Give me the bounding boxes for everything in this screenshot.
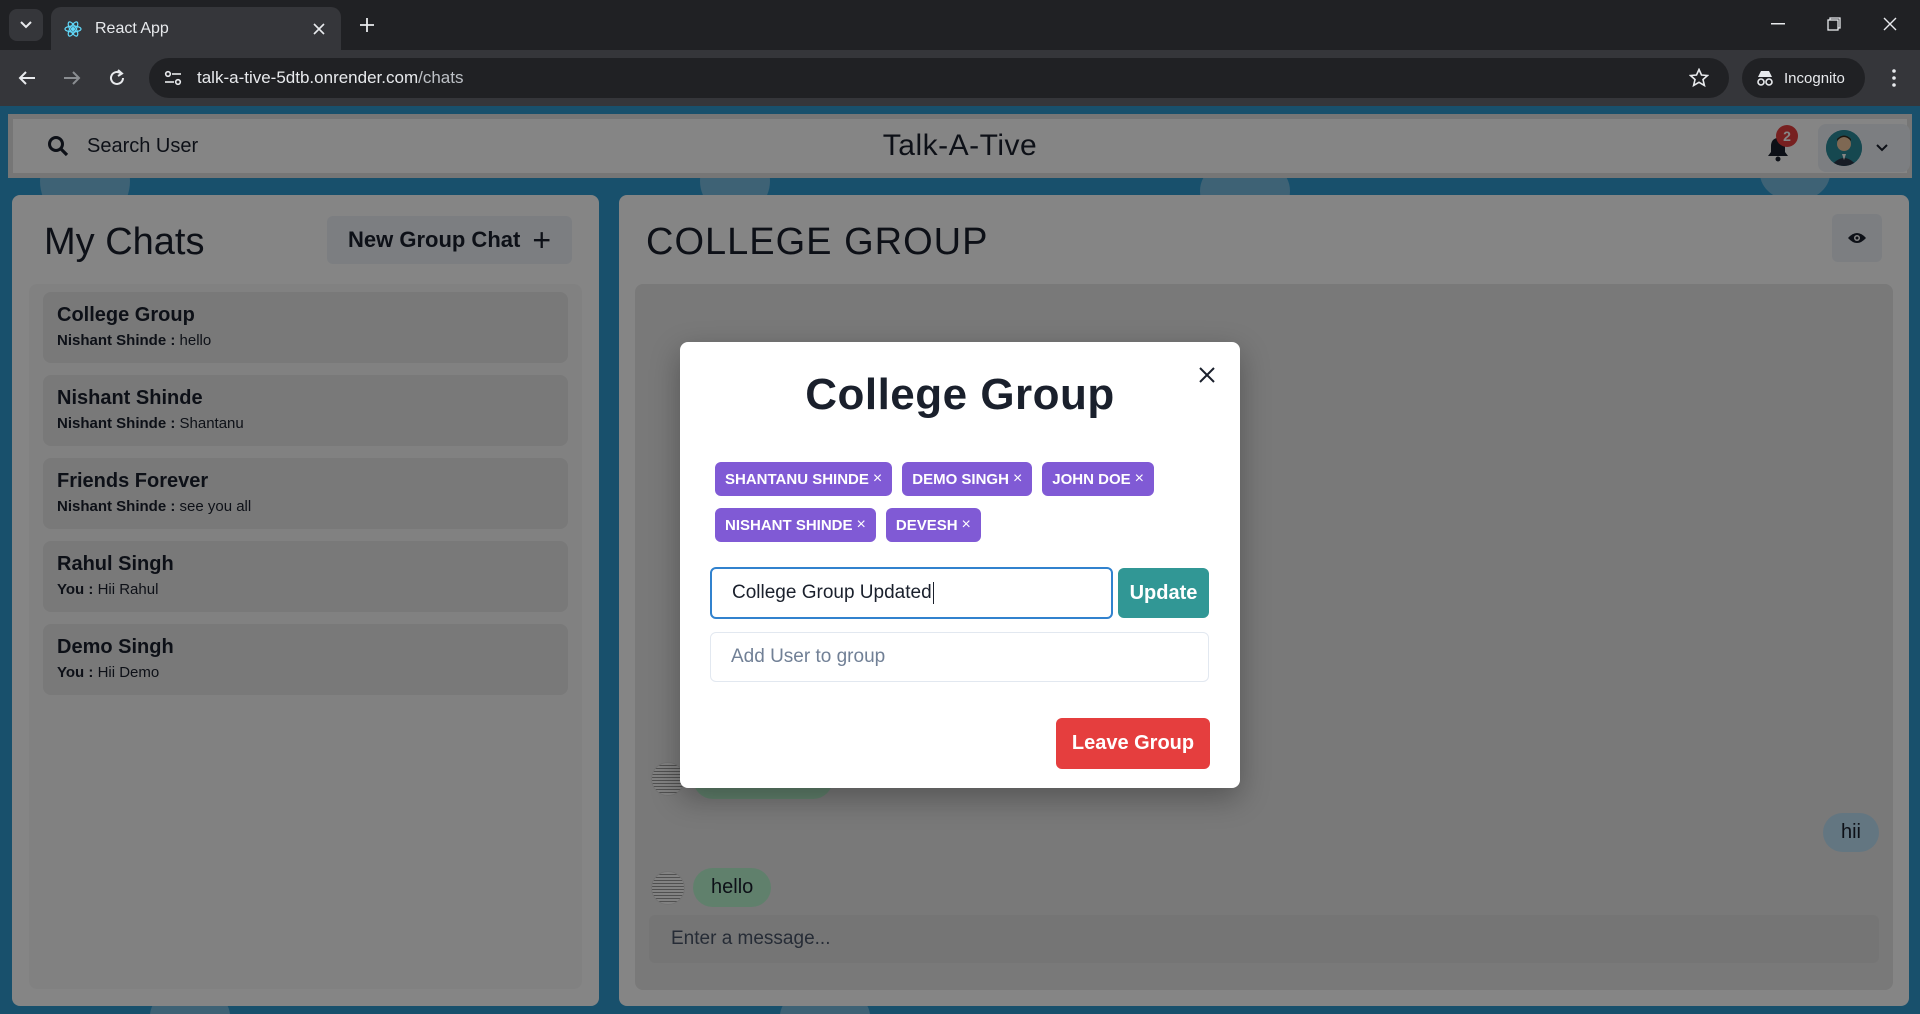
member-name: JOHN DOE: [1052, 470, 1131, 488]
member-badge: NISHANT SHINDE ×: [715, 508, 876, 542]
remove-member-icon[interactable]: ×: [1013, 470, 1022, 488]
tab-search-button[interactable]: [9, 9, 43, 41]
member-badge: SHANTANU SHINDE ×: [715, 462, 893, 496]
modal-close-button[interactable]: [1190, 358, 1224, 392]
update-button[interactable]: Update: [1118, 568, 1209, 618]
browser-menu-button[interactable]: [1878, 62, 1910, 94]
incognito-icon: [1757, 71, 1773, 86]
member-badge: JOHN DOE ×: [1042, 462, 1154, 496]
new-tab-button[interactable]: [353, 11, 381, 39]
member-name: NISHANT SHINDE: [725, 516, 853, 534]
chevron-down-icon: [20, 21, 32, 29]
member-badge: DEMO SINGH ×: [902, 462, 1033, 496]
update-group-modal: College Group SHANTANU SHINDE × DEMO SING…: [680, 342, 1240, 788]
restore-icon: [1827, 17, 1841, 31]
member-badges: SHANTANU SHINDE × DEMO SINGH × JOHN DOE × N…: [715, 462, 1215, 554]
tab-title: React App: [95, 19, 169, 37]
back-button[interactable]: [11, 62, 43, 94]
forward-button[interactable]: [56, 62, 88, 94]
plus-icon: [360, 18, 374, 32]
member-name: DEMO SINGH: [912, 470, 1009, 488]
arrow-right-icon: [64, 71, 81, 85]
remove-member-icon[interactable]: ×: [857, 516, 866, 534]
incognito-indicator[interactable]: Incognito: [1742, 58, 1865, 98]
remove-member-icon[interactable]: ×: [962, 516, 971, 534]
remove-member-icon[interactable]: ×: [1135, 470, 1144, 488]
url-path: /chats: [418, 68, 464, 87]
url-host: talk-a-tive-5dtb.onrender.com: [197, 68, 419, 87]
member-name: SHANTANU SHINDE: [725, 470, 869, 488]
group-name-value: College Group Updated: [732, 582, 932, 603]
group-name-input[interactable]: College Group Updated: [710, 567, 1113, 619]
url-text: talk-a-tive-5dtb.onrender.com/chats: [197, 68, 1683, 88]
browser-tabstrip: React App: [0, 0, 1920, 50]
address-bar[interactable]: talk-a-tive-5dtb.onrender.com/chats: [149, 58, 1729, 98]
text-caret: [932, 582, 934, 604]
member-name: DEVESH: [895, 516, 958, 534]
minimize-icon: [1771, 23, 1785, 25]
leave-group-button[interactable]: Leave Group: [1056, 718, 1210, 769]
arrow-left-icon: [18, 71, 35, 85]
add-user-input[interactable]: Add User to group: [710, 632, 1209, 682]
modal-title: College Group: [805, 370, 1115, 419]
reload-button[interactable]: [101, 62, 133, 94]
browser-toolbar: talk-a-tive-5dtb.onrender.com/chats Inco…: [0, 50, 1920, 106]
bookmark-star-icon[interactable]: [1683, 62, 1715, 94]
react-logo-icon: [64, 20, 82, 37]
remove-member-icon[interactable]: ×: [873, 470, 882, 488]
close-icon: [1199, 367, 1215, 383]
minimize-button[interactable]: [1750, 0, 1806, 48]
close-icon: [1883, 17, 1897, 31]
close-window-button[interactable]: [1862, 0, 1918, 48]
restore-button[interactable]: [1806, 0, 1862, 48]
reload-icon: [110, 69, 124, 85]
browser-tab[interactable]: React App: [51, 7, 341, 50]
incognito-label: Incognito: [1784, 69, 1845, 87]
member-badge: DEVESH ×: [885, 508, 981, 542]
site-info-icon[interactable]: [159, 64, 187, 92]
kebab-menu-icon: [1892, 69, 1896, 87]
tab-close-icon[interactable]: [309, 19, 329, 39]
